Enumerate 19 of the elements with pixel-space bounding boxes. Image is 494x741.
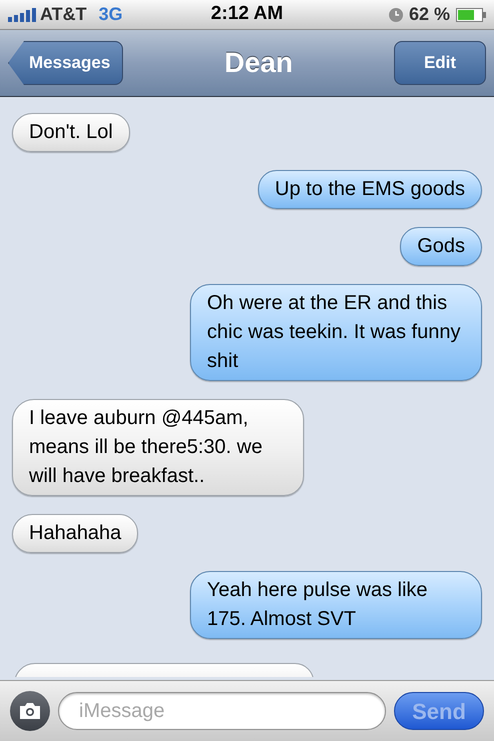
carrier-label: AT&T bbox=[40, 3, 87, 26]
camera-icon bbox=[18, 702, 42, 720]
message-bubble: Gods bbox=[400, 227, 482, 266]
conversation-title: Dean bbox=[224, 46, 293, 80]
camera-button[interactable] bbox=[10, 691, 50, 731]
back-button[interactable]: Messages bbox=[8, 41, 124, 85]
signal-icon bbox=[8, 8, 36, 22]
network-label: 3G bbox=[98, 3, 123, 26]
battery-icon bbox=[456, 8, 486, 22]
edit-button[interactable]: Edit bbox=[394, 41, 486, 85]
message-bubble: Up to the EMS goods bbox=[258, 170, 482, 209]
message-bubble: Yeah here pulse was like 175. Almost SVT bbox=[190, 571, 482, 639]
message-bubble: Oh were at the ER and this chic was teekin. It was funny shit bbox=[190, 284, 482, 381]
clock-icon bbox=[388, 8, 403, 22]
message-bubble: Don't. Lol bbox=[12, 113, 130, 152]
clock-time: 2:12 AM bbox=[210, 2, 284, 26]
message-bubble: Hahahaha bbox=[12, 514, 138, 553]
battery-percent: 62 % bbox=[408, 3, 450, 26]
message-bubble: I leave auburn @445am, means ill be there5:30. we will have breakfast.. bbox=[12, 399, 304, 496]
